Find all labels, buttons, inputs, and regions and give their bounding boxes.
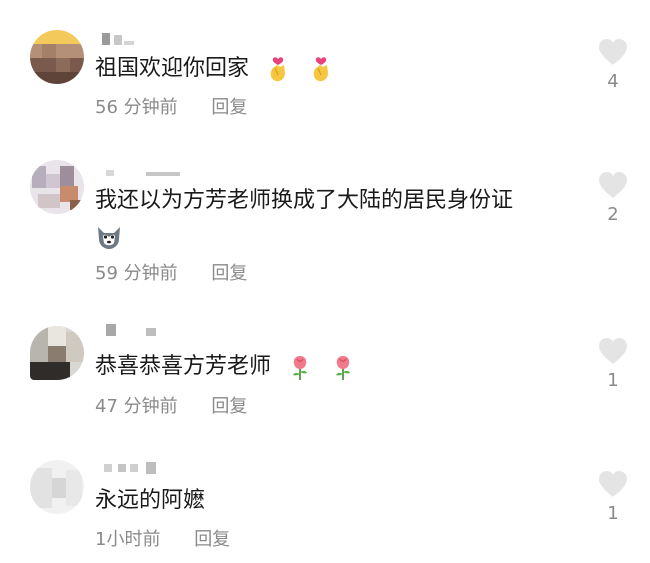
comment-item: 永远的阿嬷 1小时前 回复 1	[0, 0, 650, 563]
comment-text: 永远的阿嬷	[95, 488, 206, 513]
comment-body: 永远的阿嬷	[95, 486, 205, 516]
avatar[interactable]	[30, 460, 84, 514]
comment-meta: 1小时前 回复	[95, 528, 230, 552]
like-count: 1	[607, 503, 619, 524]
heart-icon	[599, 471, 627, 497]
like-button[interactable]: 1	[596, 470, 630, 524]
comment-time: 1小时前	[95, 529, 161, 550]
reply-button[interactable]: 回复	[194, 528, 230, 552]
